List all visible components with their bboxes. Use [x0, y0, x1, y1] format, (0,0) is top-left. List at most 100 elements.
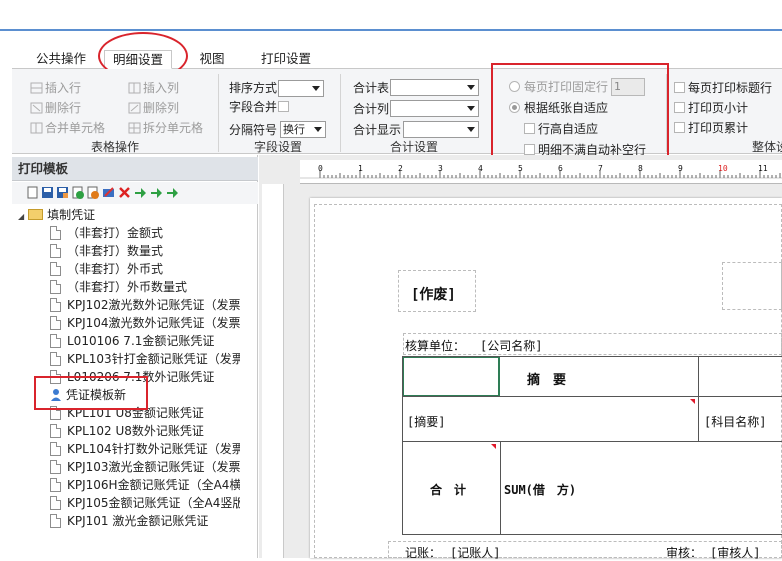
highlight-rect — [34, 376, 148, 410]
merge-cells-label: 合并单元格 — [45, 121, 106, 135]
total-settings-group-label: 合计设置 — [389, 140, 438, 154]
tree-item-label: KPJ104激光数外记账凭证（发票 — [67, 316, 240, 330]
sort-label: 排序方式 — [229, 81, 278, 95]
total-display-select[interactable] — [403, 121, 479, 138]
print-title-row-label: 每页打印标题行 — [688, 81, 773, 95]
tab-view[interactable]: 视图 — [193, 50, 231, 69]
document-icon — [50, 352, 61, 366]
document-icon — [50, 244, 61, 258]
refresh-icon[interactable] — [166, 186, 179, 199]
add-icon[interactable] — [71, 186, 84, 199]
total-table-select[interactable] — [390, 79, 479, 96]
tree-item[interactable]: KPL103针打金额记账凭证（发票 — [50, 350, 240, 368]
header-box[interactable] — [722, 262, 782, 310]
tree-item[interactable]: KPJ104激光数外记账凭证（发票 — [50, 314, 240, 332]
tree-root[interactable]: ◢ 填制凭证 — [18, 206, 246, 224]
template-panel-title: 打印模板 — [12, 157, 258, 181]
split-cells-button[interactable]: 拆分单元格 — [128, 120, 203, 136]
subject-field: [科目名称] — [704, 415, 767, 429]
ruler-mark: 10 — [718, 164, 728, 173]
ruler-mark: 11 — [758, 164, 768, 173]
print-title-row-checkbox[interactable]: 每页打印标题行 — [674, 80, 772, 96]
tree-item-label: KPJ102激光数外记账凭证（发票 — [67, 298, 240, 312]
delete-icon[interactable] — [118, 186, 131, 199]
delete-row-icon — [30, 102, 43, 114]
document-icon — [50, 478, 61, 492]
tab-print-settings[interactable]: 打印设置 — [255, 50, 317, 69]
insert-column-button[interactable]: 插入列 — [128, 80, 179, 96]
split-cells-icon — [128, 122, 141, 134]
total-column-select[interactable] — [390, 100, 479, 117]
total-formula: SUM(借 方) — [504, 483, 577, 497]
insert-column-icon — [128, 82, 141, 94]
merge-cells-button[interactable]: 合并单元格 — [30, 120, 105, 136]
field-marker — [491, 444, 496, 449]
grid-line — [402, 396, 782, 397]
insert-row-icon — [30, 82, 43, 94]
document-icon — [50, 226, 61, 240]
cell-resize-handle[interactable] — [498, 357, 500, 396]
save-as-icon[interactable] — [56, 186, 69, 199]
tree-item-label: （非套打）外币式 — [67, 262, 164, 276]
ruler-mark: 0 — [318, 164, 323, 173]
copy-icon[interactable] — [86, 186, 99, 199]
insert-row-button[interactable]: 插入行 — [30, 80, 81, 96]
bookkeeper-value: [记账人] — [450, 546, 501, 560]
field-settings-group-label: 字段设置 — [253, 140, 302, 154]
total-label: 合 计 — [430, 483, 467, 497]
document-icon — [50, 262, 61, 276]
insert-row-label: 插入行 — [45, 81, 82, 95]
chevron-down-icon — [314, 127, 322, 132]
separator-select[interactable]: 换行 — [280, 121, 326, 138]
delete-row-label: 删除行 — [45, 101, 82, 115]
ruler-mark: 9 — [678, 164, 683, 173]
auditor-label: 审核： — [666, 546, 703, 560]
new-icon[interactable] — [26, 186, 39, 199]
tree-item[interactable]: KPJ103激光金额记账凭证（发票 — [50, 458, 240, 476]
ruler-mark: 4 — [478, 164, 483, 173]
tree-item[interactable]: （非套打）金额式 — [50, 224, 278, 242]
summary-field: [摘要] — [407, 415, 446, 429]
tree-item-label: （非套打）数量式 — [67, 244, 164, 258]
ruler-mark: 3 — [438, 164, 443, 173]
delete-column-button[interactable]: 删除列 — [128, 100, 179, 116]
tree-item[interactable]: L010106 7.1金额记账凭证 — [50, 332, 240, 350]
ruler-mark: 8 — [638, 164, 643, 173]
tree-item[interactable]: （非套打）外币式 — [50, 260, 278, 278]
tab-common-ops[interactable]: 公共操作 — [30, 50, 92, 69]
expand-icon: ◢ — [18, 212, 25, 221]
unit-row[interactable] — [403, 333, 782, 355]
tree-item[interactable]: KPJ105金额记账凭证（全A4竖版 — [50, 494, 240, 512]
sort-select[interactable] — [278, 80, 324, 97]
selected-cell[interactable] — [403, 357, 500, 396]
edit-icon[interactable] — [102, 186, 115, 199]
tree-item-label: KPJ103激光金额记账凭证（发票 — [67, 460, 240, 474]
total-column-label: 合计列 — [353, 102, 390, 116]
delete-row-button[interactable]: 删除行 — [30, 100, 81, 116]
document-icon — [50, 442, 61, 456]
tree-item[interactable]: KPJ101 激光金额记账凭证 — [50, 512, 240, 530]
print-page-subtotal-checkbox[interactable]: 打印页小计 — [674, 100, 748, 116]
tree-item-label: KPJ105金额记账凭证（全A4竖版 — [67, 496, 240, 510]
ruler-mark: 2 — [398, 164, 403, 173]
tree-item[interactable]: KPJ102激光数外记账凭证（发票 — [50, 296, 240, 314]
tree-item-label: L010106 7.1金额记账凭证 — [67, 334, 215, 348]
export-icon[interactable] — [150, 186, 163, 199]
tree-item-label: KPJ106H金额记账凭证（全A4横 — [67, 478, 240, 492]
tree-item[interactable]: （非套打）外币数量式 — [50, 278, 278, 296]
tree-item[interactable]: KPL104针打数外记账凭证（发票 — [50, 440, 240, 458]
field-merge-checkbox[interactable] — [278, 100, 292, 114]
document-icon — [50, 280, 61, 294]
group-divider — [666, 74, 667, 152]
import-icon[interactable] — [134, 186, 147, 199]
table-ops-group-label: 表格操作 — [90, 140, 139, 154]
tree-item[interactable]: KPL102 U8数外记账凭证 — [50, 422, 240, 440]
tree-item-label: （非套打）外币数量式 — [67, 280, 188, 294]
chevron-down-icon — [467, 127, 475, 132]
save-icon[interactable] — [41, 186, 54, 199]
tree-item[interactable]: （非套打）数量式 — [50, 242, 278, 260]
void-stamp: [作废] — [411, 287, 456, 303]
tree-item[interactable]: KPJ106H金额记账凭证（全A4横 — [50, 476, 240, 494]
print-page-cumulative-checkbox[interactable]: 打印页累计 — [674, 120, 748, 136]
document-icon — [50, 514, 61, 528]
